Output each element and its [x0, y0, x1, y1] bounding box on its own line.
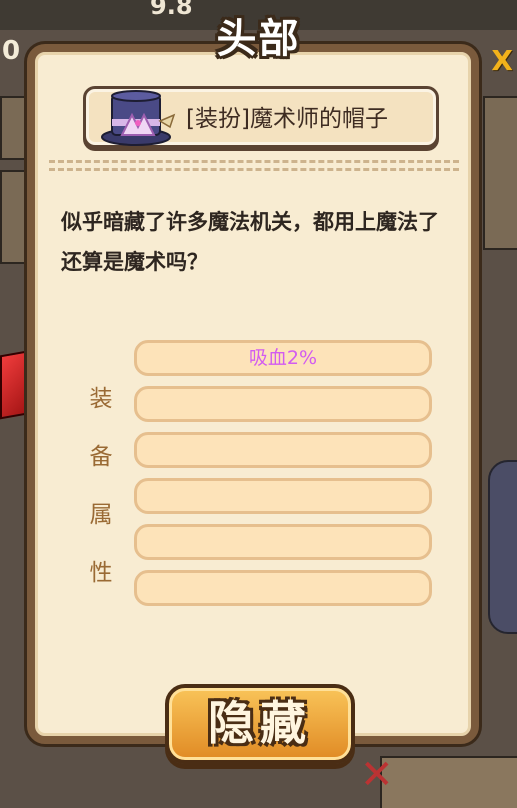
- hide-button[interactable]: 隐藏: [165, 684, 355, 764]
- dialog-title: 头部: [216, 16, 301, 62]
- divider: [49, 168, 459, 171]
- item-detail-dialog: [装扮]魔术师的帽子 似乎暗藏了许多魔法机关，都用上魔法了还算是魔术吗？ 装 备…: [27, 44, 479, 764]
- attributes-label: 装 备 属 性: [87, 370, 115, 602]
- crossed-swords-icon: ✕: [360, 752, 394, 798]
- attribute-slot: [134, 570, 432, 606]
- attribute-slot: [134, 432, 432, 468]
- bg-wall-panel: [483, 96, 517, 250]
- monster-sprite: [488, 460, 517, 634]
- item-description: 似乎暗藏了许多魔法机关，都用上魔法了还算是魔术吗？: [61, 210, 439, 274]
- attributes-label-char: 装: [89, 386, 113, 412]
- attributes-label-char: 性: [89, 560, 113, 586]
- attribute-slot: [134, 524, 432, 560]
- attribute-slot: [134, 478, 432, 514]
- attributes-label-char: 属: [89, 502, 113, 528]
- attributes-label-char: 备: [89, 444, 113, 470]
- divider: [49, 160, 459, 163]
- item-name-plate: [装扮]魔术师的帽子: [83, 86, 439, 148]
- magician-hat-icon: [101, 90, 176, 146]
- bg-banner: [380, 756, 517, 808]
- item-name: [装扮]魔术师的帽子: [186, 106, 388, 132]
- attribute-slot: [134, 386, 432, 422]
- attribute-slot: 吸血2%: [134, 340, 432, 376]
